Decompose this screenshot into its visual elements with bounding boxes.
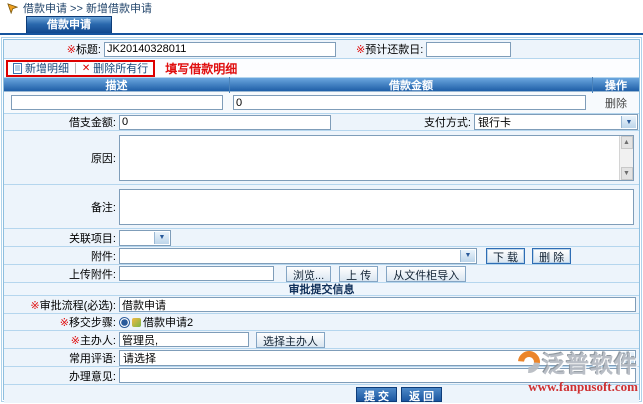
upload-button[interactable]: 上 传 <box>339 266 378 282</box>
breadcrumb-text: 借款申请 >> 新增借款申请 <box>23 0 152 16</box>
payment-method-label: 支付方式: <box>424 114 474 130</box>
approval-flow-input[interactable] <box>119 297 636 312</box>
reason-textarea[interactable] <box>119 135 634 181</box>
delete-all-rows-button[interactable]: ✕ 删除所有行 <box>82 60 148 76</box>
related-project-select[interactable]: ▼ <box>119 230 171 246</box>
upload-file-input[interactable] <box>119 266 274 281</box>
row-common-comment: 常用评语: 请选择 ▼ <box>4 349 639 367</box>
required-mark: ※ <box>71 335 80 347</box>
related-project-label: 关联项目: <box>4 230 119 246</box>
opinion-input[interactable] <box>119 368 636 383</box>
tab-loan-application[interactable]: 借款申请 <box>26 16 112 33</box>
transfer-step-radio[interactable] <box>119 317 130 328</box>
payment-method-select[interactable]: 银行卡 ▼ <box>474 114 638 130</box>
attachment-delete-button[interactable]: 删 除 <box>532 248 571 264</box>
row-amount-payment: 借支金额: 支付方式: 银行卡 ▼ <box>4 114 639 131</box>
detail-toolbar: 新增明细 | ✕ 删除所有行 填写借款明细 <box>4 59 639 78</box>
repay-date-input[interactable] <box>426 42 511 57</box>
loan-amount-input[interactable] <box>119 115 331 130</box>
approval-flow-label: ※审批流程(必选): <box>4 297 119 313</box>
download-button[interactable]: 下 载 <box>486 248 525 264</box>
delete-x-icon: ✕ <box>82 63 90 74</box>
row-transfer-step: ※移交步骤: 借款申请2 <box>4 314 639 331</box>
row-related-project: 关联项目: ▼ <box>4 229 639 247</box>
organizer-label: ※主办人: <box>4 332 119 348</box>
row-reason: 原因: ▲ ▼ <box>4 131 639 185</box>
document-icon <box>13 63 22 74</box>
required-mark: ※ <box>356 44 365 56</box>
fill-detail-hint: 填写借款明细 <box>165 60 237 77</box>
row-attachment: 附件: ▼ 下 载 删 除 <box>4 247 639 265</box>
transfer-step-option: 借款申请2 <box>143 314 193 330</box>
loan-application-form: ※标题: ※预计还款日: 新增明细 | ✕ 删除所有行 填写借款明细 描述 借款… <box>3 39 640 400</box>
row-delete-link[interactable]: 删除 <box>605 98 627 110</box>
chevron-down-icon: ▼ <box>621 116 636 128</box>
row-organizer: ※主办人: 选择主办人 <box>4 331 639 349</box>
title-input[interactable] <box>104 42 336 57</box>
row-title: ※标题: ※预计还款日: <box>4 40 639 59</box>
add-detail-button[interactable]: 新增明细 <box>13 60 69 76</box>
remark-textarea[interactable] <box>119 189 634 225</box>
detail-table-row: 删除 <box>4 92 639 114</box>
chevron-down-icon: ▼ <box>619 352 634 364</box>
col-description: 描述 <box>4 77 230 93</box>
tab-bar: 借款申请 <box>0 16 643 35</box>
required-mark: ※ <box>30 300 39 312</box>
col-loan-amount: 借款金额 <box>230 77 593 93</box>
reason-scrollbar[interactable]: ▲ ▼ <box>619 136 633 180</box>
form-frame: ※标题: ※预计还款日: 新增明细 | ✕ 删除所有行 填写借款明细 描述 借款… <box>1 37 642 402</box>
back-button[interactable]: 返 回 <box>401 387 442 402</box>
opinion-label: 办理意见: <box>4 368 119 384</box>
cursor-arrow-icon <box>7 3 18 14</box>
scroll-up-icon[interactable]: ▲ <box>621 136 633 149</box>
remark-label: 备注: <box>4 199 119 215</box>
choose-organizer-button[interactable]: 选择主办人 <box>256 332 325 348</box>
detail-table-header: 描述 借款金额 操作 <box>4 78 639 92</box>
detail-description-input[interactable] <box>11 95 223 110</box>
common-comment-select[interactable]: 请选择 ▼ <box>119 350 636 366</box>
reason-label: 原因: <box>4 150 119 166</box>
browse-button[interactable]: 浏览... <box>286 266 331 282</box>
required-mark: ※ <box>67 44 76 56</box>
toolbar-highlight-box: 新增明细 | ✕ 删除所有行 <box>6 60 155 77</box>
transfer-step-label: ※移交步骤: <box>4 314 119 330</box>
repay-date-label: ※预计还款日: <box>356 41 426 57</box>
chevron-down-icon: ▼ <box>154 232 169 244</box>
scroll-down-icon[interactable]: ▼ <box>621 167 633 180</box>
row-opinion: 办理意见: <box>4 367 639 385</box>
detail-amount-input[interactable] <box>233 95 586 110</box>
common-comment-label: 常用评语: <box>4 350 119 366</box>
upload-label: 上传附件: <box>4 266 119 282</box>
import-from-cabinet-button[interactable]: 从文件柜导入 <box>386 266 466 282</box>
attachment-label: 附件: <box>4 248 119 264</box>
breadcrumb: 借款申请 >> 新增借款申请 <box>0 0 643 16</box>
submit-button[interactable]: 提 交 <box>356 387 397 402</box>
required-mark: ※ <box>60 317 69 329</box>
chevron-down-icon: ▼ <box>460 250 475 262</box>
row-footer-buttons: 提 交 返 回 <box>4 385 639 403</box>
step-icon <box>132 318 141 327</box>
approval-section-title: 审批提交信息 <box>4 283 639 296</box>
row-remark: 备注: <box>4 185 639 229</box>
title-label: ※标题: <box>4 41 104 57</box>
organizer-input[interactable] <box>119 332 249 347</box>
col-operation: 操作 <box>593 77 639 93</box>
toolbar-separator: | <box>74 62 77 74</box>
loan-amount-label: 借支金额: <box>4 114 119 130</box>
attachment-select[interactable]: ▼ <box>119 248 477 264</box>
row-approval-flow: ※审批流程(必选): <box>4 296 639 314</box>
